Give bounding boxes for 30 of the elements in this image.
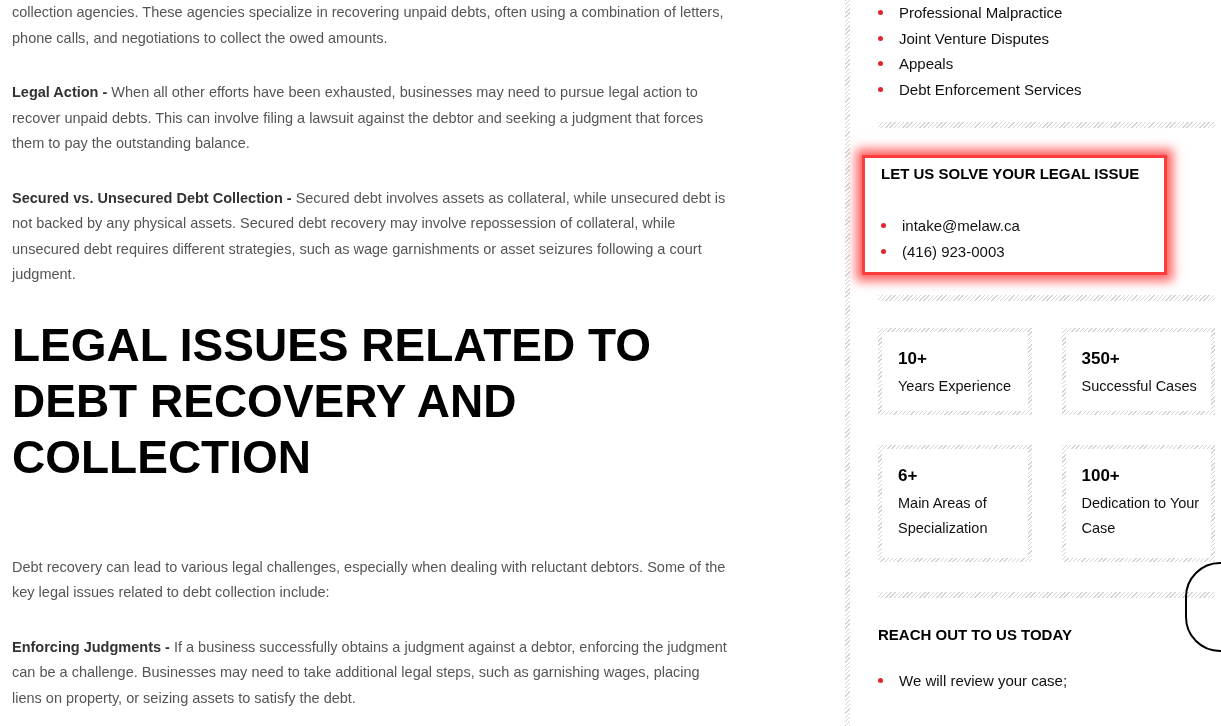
bullet-icon	[878, 35, 883, 41]
list-item-text: We will review your case;	[899, 671, 1068, 691]
list-item-text: Professional Malpractice	[899, 3, 1063, 23]
bullet-icon	[878, 61, 883, 66]
bullet-icon	[878, 678, 883, 683]
body-paragraph: Enforcing Judgments - If a business successfully obtains a judgment against a debtor, enforcing the judgment can be a challenge. Businesses may need to take additional legal steps, such as garnishing wages, placing liens on property, or seizing assets to satisfy the debt.	[12, 637, 727, 708]
bullet-icon	[878, 10, 883, 15]
list-item-text: intake@melaw.ca	[902, 216, 1020, 236]
stat-label: Dedication to Your Case	[1081, 494, 1201, 538]
list-item-text: Debt Enforcement Services	[899, 79, 1082, 100]
section-title: REACH OUT TO US TODAY	[878, 626, 1073, 644]
stat-value: 10+	[898, 348, 928, 370]
stat-label: Years Experience	[898, 377, 1013, 396]
body-paragraph: Legal Action - When all other efforts have been exhausted, businesses may need to pursue legal action to recover unpaid debts. This can involve filing a lawsuit against the debtor and seeking a judgment that forces them to pay the outstanding balance.	[12, 83, 705, 153]
section-heading: LEGAL ISSUES RELATED TO DEBT RECOVERY AND COLLECTION	[12, 317, 652, 485]
stat-value: 350+	[1081, 348, 1121, 370]
bullet-icon	[878, 86, 883, 92]
card-title: LET US SOLVE YOUR LEGAL ISSUE	[881, 165, 1141, 183]
body-paragraph: Debt recovery can lead to various legal challenges, especially when dealing with reluctant debtors. Some of the key legal issues related to debt collection include:	[12, 557, 727, 602]
list-item-text: (416) 923-0003	[902, 241, 1005, 262]
body-paragraph: Secured vs. Unsecured Debt Collection - Secured debt involves assets as collateral, while unsecured debt is not backed by any physical assets. Secured debt recovery may involve repossession of collateral, while unsecured debt requires different strategies, such as wage garnishments or asset seizures following a court judgment.	[12, 188, 727, 284]
bullet-icon	[881, 248, 886, 254]
bullet-icon	[881, 223, 886, 228]
list-item-text: Appeals	[899, 54, 954, 74]
stat-label: Main Areas of Specialization	[898, 494, 989, 538]
list-item-text: Joint Venture Disputes	[899, 28, 1050, 49]
body-paragraph: collection agencies. These agencies specialize in recovering unpaid debts, often using a combination of letters, phone calls, and negotiations to collect the owed amounts.	[12, 3, 725, 48]
stat-value: 100+	[1081, 465, 1121, 487]
stat-value: 6+	[898, 465, 919, 487]
stat-label: Successful Cases	[1081, 377, 1198, 396]
